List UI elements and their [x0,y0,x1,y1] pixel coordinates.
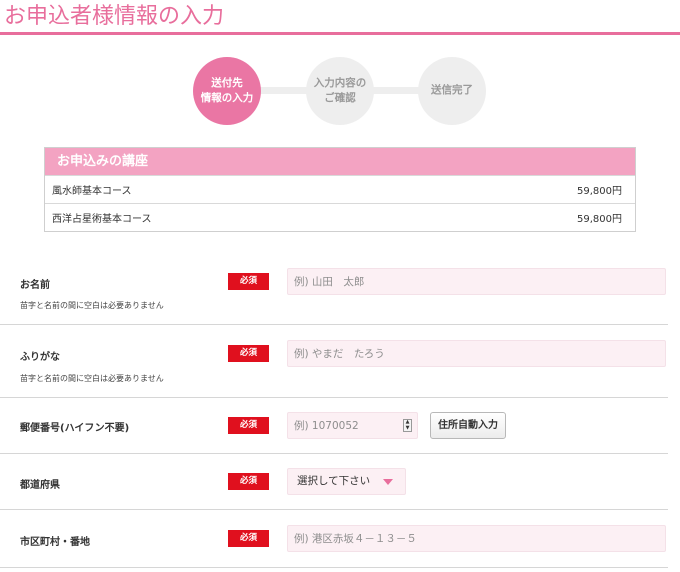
city-input[interactable] [287,525,666,552]
form-row-city: 市区町村・番地 必須 [0,510,668,568]
required-badge: 必須 [228,530,269,547]
required-badge: 必須 [228,417,269,434]
prefecture-selected: 選択して下さい [297,475,371,487]
page-title: お申込者様情報の入力 [4,4,225,29]
postal-label: 郵便番号(ハイフン不要) [20,423,130,434]
required-badge: 必須 [228,345,269,362]
kana-input[interactable] [287,340,666,367]
spinner-icon[interactable]: ▲ ▼ [403,419,412,432]
required-badge: 必須 [228,273,269,290]
postal-field: ▲▼ [287,412,419,439]
course-table: お申込みの講座 風水師基本コース 59,800円 西洋占星術基本コース 59,8… [44,147,636,232]
kana-label: ふりがな [20,352,60,363]
course-name: 西洋占星術基本コース [52,214,152,225]
title-divider [0,32,680,35]
prefecture-select[interactable]: 選択して下さい [287,468,406,495]
postal-input[interactable] [288,412,419,439]
required-badge: 必須 [228,473,269,490]
step-3: 送信完了 [418,57,486,125]
course-price: 59,800円 [577,186,622,197]
course-table-header: お申込みの講座 [45,148,635,175]
course-row: 風水師基本コース 59,800円 [45,175,635,203]
name-label: お名前 [20,280,50,291]
prefecture-label: 都道府県 [20,480,60,491]
chevron-down-icon [383,479,393,485]
step-1-current: 送付先 情報の入力 [193,57,261,125]
course-price: 59,800円 [577,214,622,225]
form-row-prefecture: 都道府県 必須 選択して下さい [0,454,668,510]
course-row: 西洋占星術基本コース 59,800円 [45,203,635,231]
name-note: 苗字と名前の間に空白は必要ありません [20,301,164,310]
address-autofill-button[interactable]: 住所自動入力 [430,412,506,439]
form-row-name: お名前 苗字と名前の間に空白は必要ありません 必須 [0,252,668,325]
course-name: 風水師基本コース [52,186,132,197]
name-input[interactable] [287,268,666,295]
progress-steps: 送付先 情報の入力 入力内容の ご確認 送信完了 [193,56,493,126]
form-row-kana: ふりがな 苗字と名前の間に空白は必要ありません 必須 [0,325,668,398]
form-row-postal: 郵便番号(ハイフン不要) 必須 ▲▼ 住所自動入力 [0,398,668,454]
kana-note: 苗字と名前の間に空白は必要ありません [20,374,164,383]
city-label: 市区町村・番地 [20,537,90,548]
step-2: 入力内容の ご確認 [306,57,374,125]
